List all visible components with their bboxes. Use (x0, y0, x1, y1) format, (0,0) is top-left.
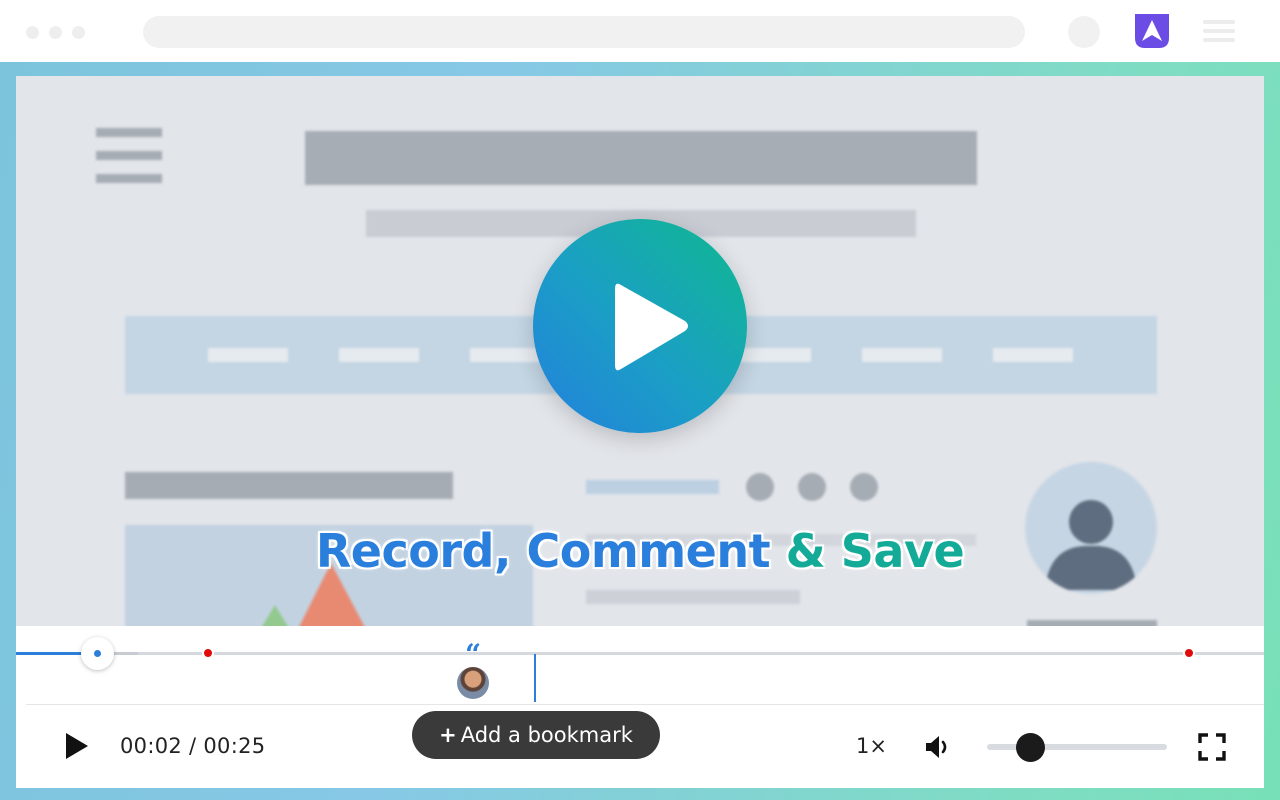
placeholder-title-bar (305, 131, 977, 185)
window-controls (26, 26, 85, 39)
player-controls: “ 00:02 / 00:25 + Add a bookmark 1× (16, 626, 1264, 788)
browser-chrome (0, 0, 1280, 62)
plus-icon: + (439, 723, 457, 747)
comment-quote-icon[interactable]: “ (465, 641, 483, 669)
headline-part2: Save (840, 524, 965, 578)
maximize-window-dot[interactable] (72, 26, 85, 39)
play-icon (66, 733, 88, 759)
placeholder-heading-bar (125, 472, 453, 499)
add-bookmark-label: Add a bookmark (460, 723, 633, 747)
volume-slider-thumb[interactable] (1016, 733, 1045, 762)
duration: 00:25 (203, 734, 266, 758)
video-preview: Record, Comment & Save (16, 76, 1264, 626)
profile-avatar[interactable] (1068, 16, 1100, 48)
timeline-marker[interactable] (202, 647, 214, 659)
placeholder-hamburger-icon (96, 128, 162, 197)
placeholder-dot (798, 473, 826, 501)
menu-icon[interactable] (1203, 20, 1235, 42)
current-time: 00:02 (120, 734, 183, 758)
playback-speed-button[interactable]: 1× (856, 734, 887, 758)
time-display: 00:02 / 00:25 (120, 734, 265, 758)
controls-divider (26, 704, 1264, 705)
play-icon (615, 283, 688, 371)
address-bar[interactable] (143, 16, 1025, 48)
headline-amp: & (785, 524, 826, 578)
big-play-button[interactable] (533, 219, 747, 433)
time-separator: / (189, 734, 197, 758)
fullscreen-icon[interactable] (1198, 733, 1226, 761)
placeholder-dot (850, 473, 878, 501)
timeline-marker[interactable] (1183, 647, 1195, 659)
placeholder-pill (586, 480, 719, 494)
extension-logo-icon[interactable] (1133, 12, 1171, 50)
placeholder-dot (746, 473, 774, 501)
headline-part1: Record, Comment (315, 524, 771, 578)
close-window-dot[interactable] (26, 26, 39, 39)
hover-position-line (534, 654, 536, 702)
commenter-avatar[interactable] (457, 667, 489, 699)
play-button[interactable] (64, 732, 90, 760)
volume-icon[interactable] (924, 733, 952, 761)
volume-slider[interactable] (987, 744, 1167, 750)
placeholder-text-line (586, 590, 800, 604)
headline-text: Record, Comment & Save (16, 524, 1264, 578)
minimize-window-dot[interactable] (49, 26, 62, 39)
add-bookmark-button[interactable]: + Add a bookmark (412, 711, 660, 759)
progress-scrubber[interactable] (81, 637, 114, 670)
